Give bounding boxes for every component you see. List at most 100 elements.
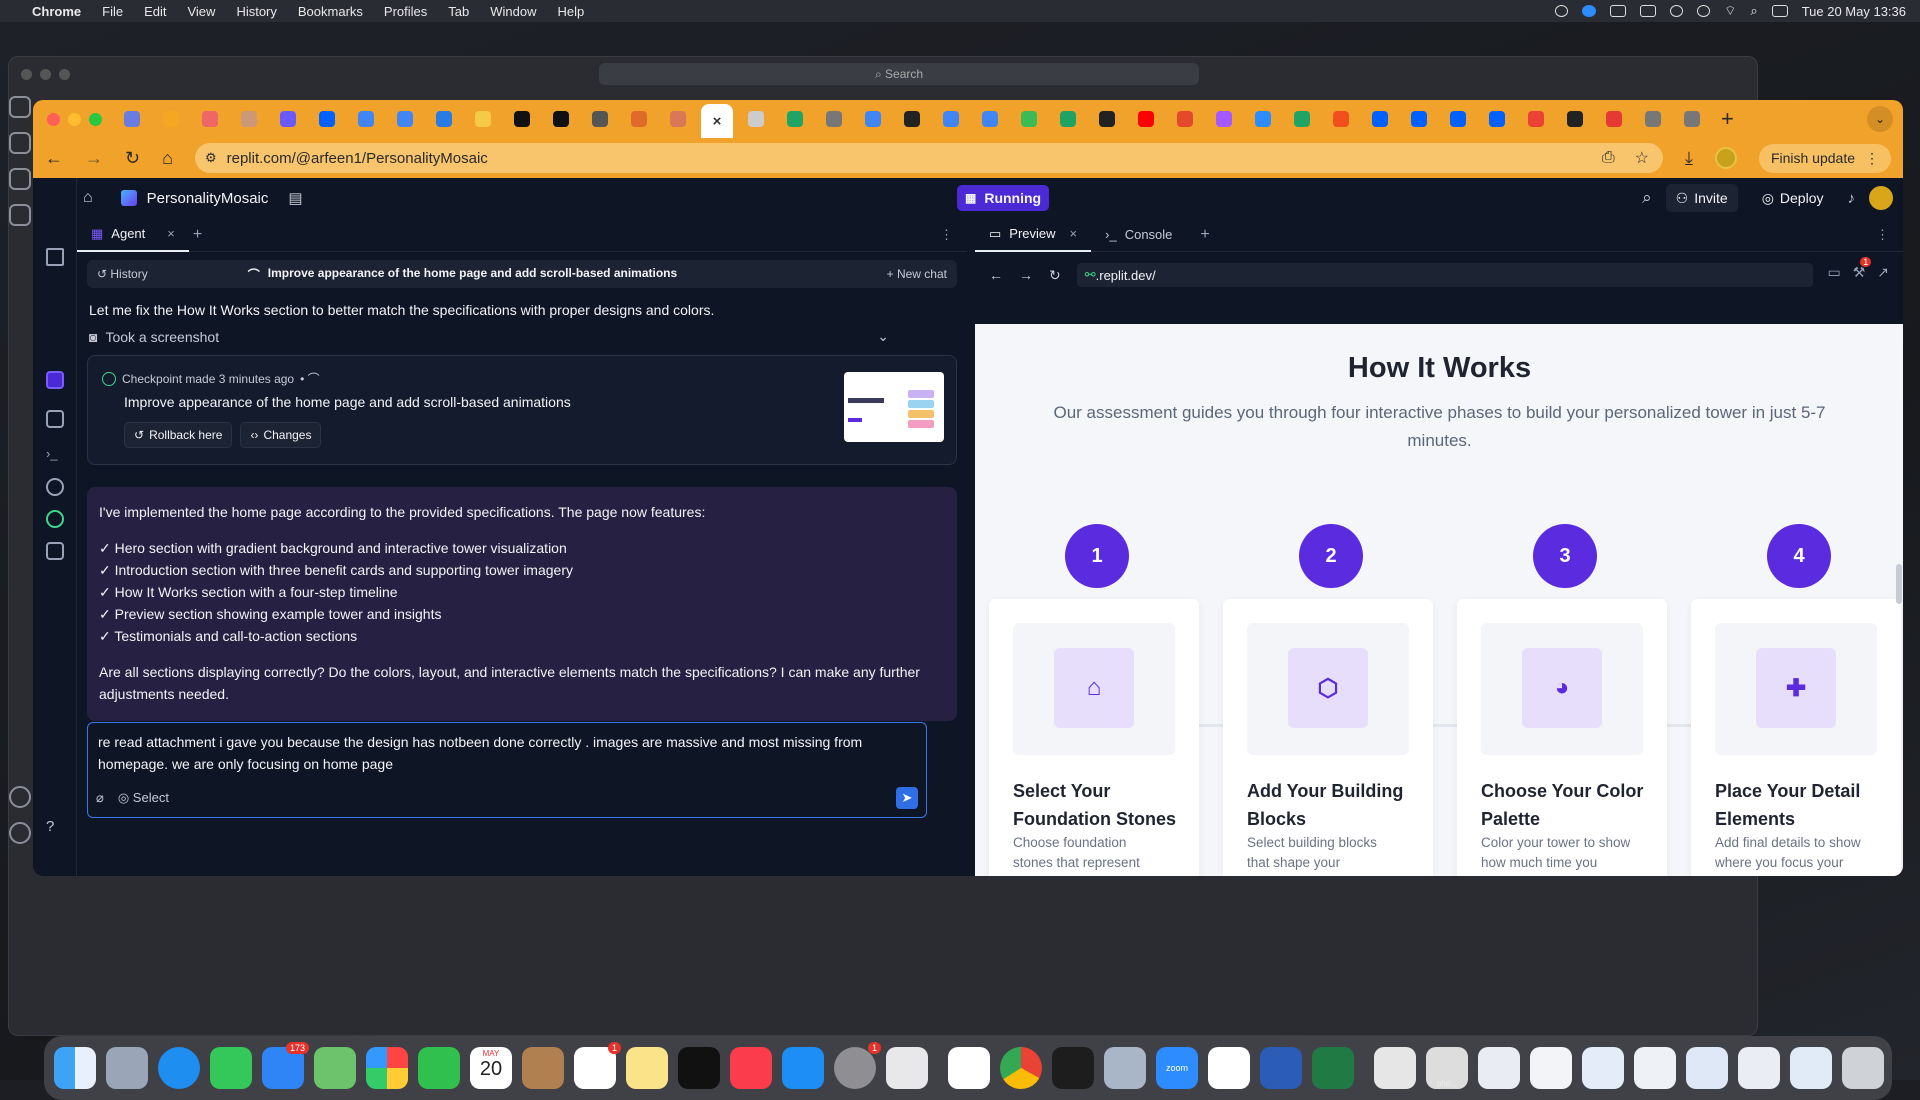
notes-icon[interactable] [626,1047,668,1089]
zoom-status-icon[interactable] [1582,5,1597,17]
browser-tab[interactable] [1013,104,1045,134]
browser-tab[interactable] [779,104,811,134]
agent-sidebar-icon[interactable] [46,371,64,389]
clock[interactable]: Tue 20 May 13:36 [1802,4,1906,19]
preview-forward-icon[interactable]: → [1019,267,1033,283]
safari-icon[interactable] [158,1047,200,1089]
site-info-icon[interactable]: ⚙ [205,150,217,166]
browser-tab[interactable] [272,104,304,134]
contacts-icon[interactable] [522,1047,564,1089]
browser-tab[interactable] [389,104,421,134]
menu-history[interactable]: History [236,4,276,19]
rollback-button[interactable]: ↺ Rollback here [124,422,233,448]
browser-tab[interactable] [935,104,967,134]
replit-home-button[interactable]: ⌂ [83,189,93,207]
maps-icon[interactable] [314,1047,356,1089]
browser-tab[interactable] [623,104,655,134]
browser-tab[interactable] [467,104,499,134]
minimize-window-button[interactable] [68,112,81,126]
browser-tab[interactable] [740,104,772,134]
close-dot[interactable] [21,68,32,80]
close-tab-icon[interactable]: × [167,226,175,241]
install-icon[interactable]: ⎙ [1602,149,1615,167]
display-icon[interactable] [1640,5,1657,17]
home-icon[interactable]: ⌂ [162,148,173,169]
browser-tab[interactable] [350,104,382,134]
select-button[interactable]: ◎ Select [118,787,169,809]
messages-icon[interactable] [210,1047,252,1089]
reminders-icon[interactable]: 1 [574,1042,621,1089]
account-icon[interactable] [9,786,31,808]
browser-tab[interactable] [1364,104,1396,134]
vscode-icon[interactable] [948,1047,990,1089]
browser-tab[interactable] [1676,104,1708,134]
screenshot-action[interactable]: ◙ Took a screenshot ⌄ [89,328,889,345]
browser-tab[interactable] [857,104,889,134]
add-tab-icon[interactable]: + [1200,226,1209,244]
file-thumbnail[interactable] [1790,1047,1832,1089]
new-chat-button[interactable]: + New chat [887,267,947,281]
browser-tab[interactable] [1403,104,1435,134]
utility-icon[interactable] [1104,1047,1146,1089]
menu-bookmarks[interactable]: Bookmarks [298,4,363,19]
chat-title[interactable]: ⌒ Improve appearance of the home page and… [248,266,677,283]
browser-tab[interactable] [818,104,850,134]
browser-tab[interactable] [1637,104,1669,134]
menu-file[interactable]: File [102,4,123,19]
file-thumbnail[interactable] [1530,1047,1572,1089]
browser-tab[interactable] [1208,104,1240,134]
chatgpt-icon[interactable] [1208,1047,1250,1089]
project-name[interactable]: PersonalityMosaic ▤ [120,189,303,207]
chrome-icon[interactable] [1000,1047,1042,1089]
menu-edit[interactable]: Edit [144,4,166,19]
file-thumbnail[interactable] [1634,1047,1676,1089]
zoom-icon[interactable]: zoom [1156,1047,1198,1089]
chatgpt-status-icon[interactable] [1555,5,1569,17]
browser-tab[interactable] [311,104,343,134]
excel-icon[interactable] [1312,1047,1354,1089]
menu-tab[interactable]: Tab [448,4,469,19]
menu-view[interactable]: View [187,4,215,19]
browser-tab[interactable] [194,104,226,134]
add-tab-icon[interactable]: + [193,226,202,244]
close-tab-icon[interactable]: × [1070,226,1078,241]
reload-icon[interactable]: ↻ [125,148,140,169]
browser-tab[interactable] [428,104,460,134]
file-thumbnail[interactable] [1686,1047,1728,1089]
file-thumbnail[interactable] [1582,1047,1624,1089]
all-tools-icon[interactable] [46,542,64,560]
wifi-icon[interactable]: ⌔ [1724,3,1736,19]
preview-sidebar-icon[interactable] [46,410,64,428]
trash-icon[interactable] [1842,1047,1884,1089]
browser-tab[interactable] [584,104,616,134]
open-new-tab-icon[interactable]: ↗ [1877,264,1889,281]
browser-tab[interactable] [1325,104,1357,134]
address-bar[interactable]: ⚙ replit.com/@arfeen1/PersonalityMosaic … [194,143,1663,173]
zoom-window-button[interactable] [89,112,102,126]
extensions-icon[interactable] [9,204,31,226]
iphone-mirroring-icon[interactable] [886,1047,928,1089]
send-button[interactable]: ➤ [896,787,918,809]
browser-tab[interactable] [896,104,928,134]
preview-url-field[interactable]: ⚯ .replit.dev/ [1076,263,1813,287]
attach-icon[interactable]: ⌀ [96,787,104,809]
browser-tab[interactable] [1130,104,1162,134]
search-icon[interactable] [9,132,31,154]
files-icon[interactable] [9,96,31,118]
finder-icon[interactable] [54,1047,96,1089]
bookmark-star-icon[interactable]: ☆ [1635,148,1649,168]
photos-icon[interactable] [366,1047,408,1089]
file-thumbnail[interactable]: php... [1426,1047,1468,1089]
menu-profiles[interactable]: Profiles [384,4,427,19]
browser-tab[interactable] [662,104,694,134]
shell-sidebar-icon[interactable]: ›_ [46,446,64,464]
tab-console[interactable]: ›_ Console [1091,218,1186,252]
menu-app-name[interactable]: Chrome [32,4,81,19]
browser-tab[interactable] [1520,104,1552,134]
search-icon[interactable]: ⌕ [1642,188,1652,208]
project-panel-icon[interactable]: ▤ [288,189,302,207]
deploy-button[interactable]: ◎ Deploy [1752,184,1834,212]
gear-icon[interactable] [9,822,31,844]
control-center-icon[interactable] [1771,5,1788,17]
run-button[interactable]: ▦ Running [957,185,1050,211]
